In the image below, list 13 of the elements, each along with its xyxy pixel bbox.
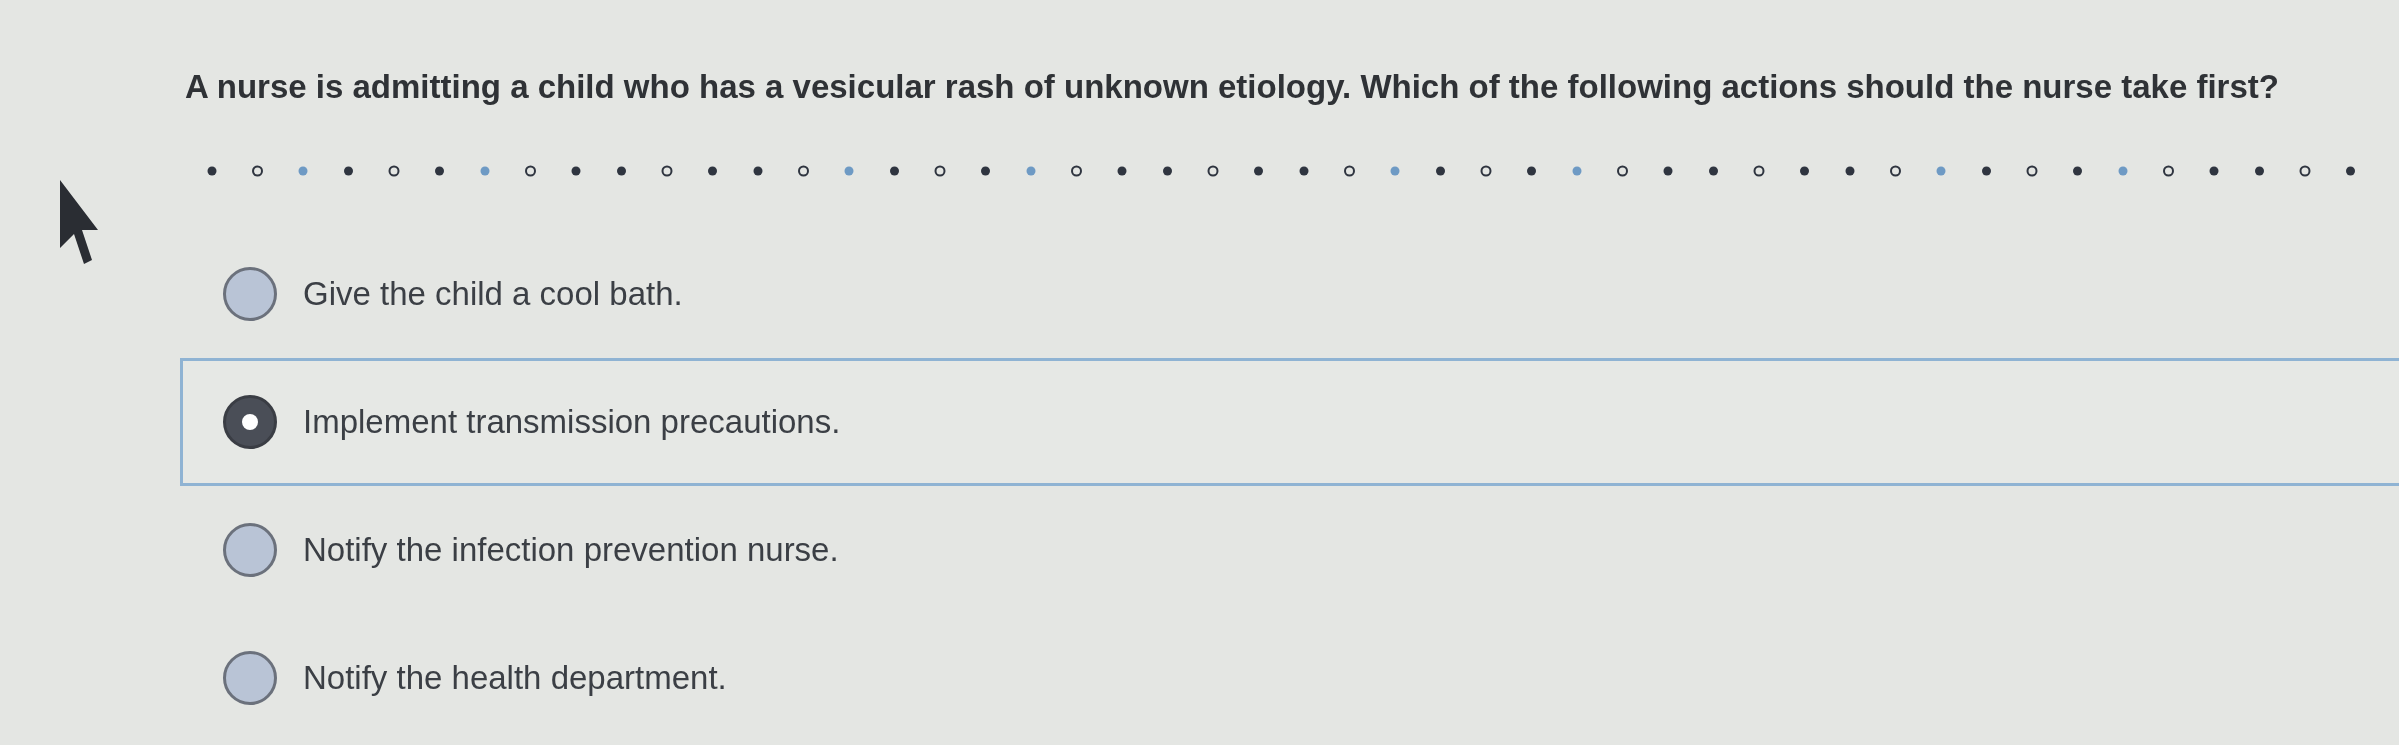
answer-option[interactable]: Give the child a cool bath. <box>180 249 2399 338</box>
answer-option[interactable]: Notify the infection prevention nurse. <box>180 505 2399 594</box>
option-label: Implement transmission precautions. <box>303 401 841 442</box>
radio-button[interactable] <box>223 266 277 321</box>
option-label: Notify the health department. <box>303 657 727 698</box>
radio-button[interactable] <box>223 394 277 449</box>
radio-button[interactable] <box>223 650 277 705</box>
option-label: Give the child a cool bath. <box>303 273 683 314</box>
question-text: A nurse is admitting a child who has a vesicular rash of unknown etiology. Which of the following actions should the nurse take first? <box>185 67 2280 107</box>
radio-button[interactable] <box>223 522 277 577</box>
option-label: Notify the infection prevention nurse. <box>303 529 839 570</box>
answer-option[interactable]: Notify the health department. <box>180 633 2399 722</box>
answer-option[interactable]: Implement transmission precautions. <box>180 357 2399 486</box>
